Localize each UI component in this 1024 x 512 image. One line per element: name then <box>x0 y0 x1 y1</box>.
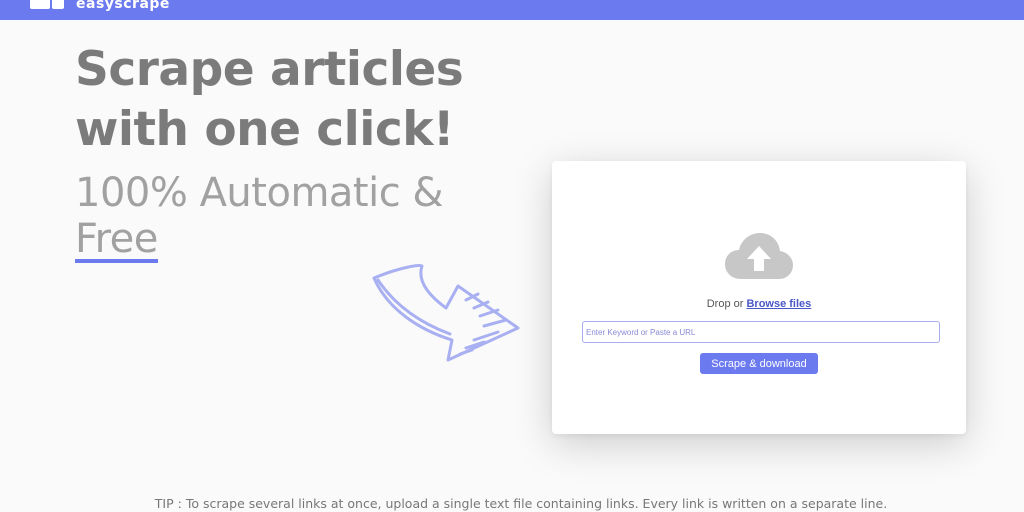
hero-subtitle-line1: 100% Automatic & <box>75 170 444 216</box>
drop-text: Drop or <box>706 298 747 310</box>
drop-zone-text: Drop or Browse files <box>552 298 966 310</box>
browse-files-link[interactable]: Browse files <box>746 298 811 310</box>
hero-subtitle-free: Free <box>75 216 158 263</box>
scrape-download-button[interactable]: Scrape & download <box>700 353 818 374</box>
upload-card: Drop or Browse files Scrape & download <box>552 161 966 434</box>
hero-title-line2: with one click! <box>75 102 454 157</box>
hand-drawn-arrow-icon <box>372 264 520 362</box>
cloud-upload-icon[interactable] <box>725 233 793 283</box>
hero-title-line1: Scrape articles <box>75 42 464 97</box>
logo-icon <box>30 0 64 9</box>
hero-subtitle: 100% Automatic & Free <box>75 170 515 263</box>
hero-title: Scrape articles with one click! <box>75 40 515 160</box>
hero-section: Scrape articles with one click! 100% Aut… <box>75 40 515 263</box>
keyword-url-input[interactable] <box>582 321 940 343</box>
logo[interactable]: easyscrape <box>30 0 170 12</box>
tip-text: TIP : To scrape several links at once, u… <box>154 496 888 511</box>
top-navbar: easyscrape <box>0 0 1024 20</box>
logo-text: easyscrape <box>76 0 170 12</box>
